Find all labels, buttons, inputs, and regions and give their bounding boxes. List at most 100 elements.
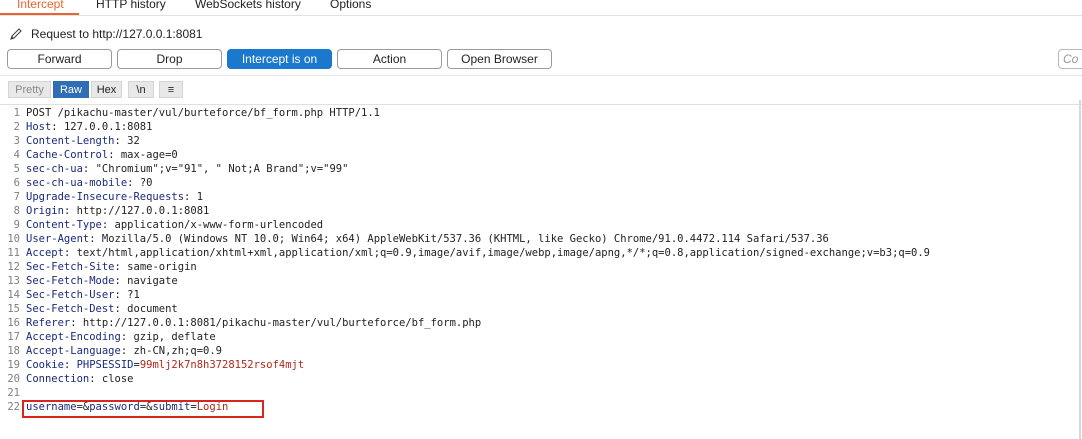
header-name: Cache-Control xyxy=(26,149,109,161)
punctuation: : xyxy=(114,275,128,287)
header-value: ?0 xyxy=(139,177,153,189)
raw-view-button[interactable]: Raw xyxy=(53,81,89,98)
line-number: 3 xyxy=(13,135,20,147)
header-value: Mozilla/5.0 (Windows NT 10.0; Win64; x64… xyxy=(101,233,829,245)
line-number: 19 xyxy=(7,359,20,371)
pretty-view-button[interactable]: Pretty xyxy=(8,81,51,98)
body-highlight-annotation xyxy=(22,400,264,418)
header-value: 32 xyxy=(127,135,140,147)
code-line: 5 sec-ch-ua: "Chromium";v="91", " Not;A B… xyxy=(0,162,1078,176)
header-value: same-origin xyxy=(127,261,197,273)
header-name: Accept-Language xyxy=(26,345,121,357)
line-number: 9 xyxy=(13,219,20,231)
code-line: 17 Accept-Encoding: gzip, deflate xyxy=(0,330,1078,344)
header-name: Accept-Encoding xyxy=(26,331,121,343)
code-line: 1 POST /pikachu-master/vul/burteforce/bf_… xyxy=(0,106,1078,120)
code-line: 9 Content-Type: application/x-www-form-ur… xyxy=(0,218,1078,232)
header-value: 1 xyxy=(196,191,204,203)
code-line: 18 Accept-Language: zh-CN,zh;q=0.9 xyxy=(0,344,1078,358)
code-line: 8 Origin: http://127.0.0.1:8081 xyxy=(0,204,1078,218)
punctuation: : xyxy=(89,233,102,245)
request-target-label: Request to http://127.0.0.1:8081 xyxy=(31,27,203,41)
header-value: ?1 xyxy=(127,289,140,301)
header-value: navigate xyxy=(127,275,178,287)
editor-top-border xyxy=(0,104,1082,105)
request-editor[interactable]: 1 POST /pikachu-master/vul/burteforce/bf_… xyxy=(0,106,1078,414)
punctuation: : xyxy=(63,359,77,371)
tab-options[interactable]: Options xyxy=(330,0,371,12)
code-line: 19 Cookie: PHPSESSID=99mlj2k7n8h3728152rs… xyxy=(0,358,1078,372)
header-name: Origin xyxy=(26,205,64,217)
punctuation: : xyxy=(184,191,197,203)
editor-scrollbar-edge[interactable] xyxy=(1079,100,1081,439)
code-line: 21 xyxy=(0,386,1078,400)
line-number: 14 xyxy=(7,289,20,301)
header-value: document xyxy=(127,303,178,315)
line-number: 5 xyxy=(13,163,20,175)
code-line: 12 Sec-Fetch-Site: same-origin xyxy=(0,260,1078,274)
line-number: 12 xyxy=(7,261,20,273)
line-number: 10 xyxy=(7,233,20,245)
header-name: User-Agent xyxy=(26,233,90,245)
header-name: PHPSESSID xyxy=(76,359,134,371)
code-line: 10 User-Agent: Mozilla/5.0 (Windows NT 10… xyxy=(0,232,1078,246)
line-number: 6 xyxy=(13,177,20,189)
intercept-toggle-button[interactable]: Intercept is on xyxy=(227,49,332,69)
tab-websockets-history[interactable]: WebSockets history xyxy=(195,0,301,12)
toolbar-divider xyxy=(0,75,1082,76)
forward-button[interactable]: Forward xyxy=(7,49,112,69)
pencil-icon[interactable] xyxy=(9,27,23,41)
tab-bar: Intercept HTTP history WebSockets histor… xyxy=(0,0,1082,15)
punctuation: : xyxy=(63,247,77,259)
line-number: 4 xyxy=(13,149,20,161)
punctuation: : xyxy=(108,149,121,161)
header-value: zh-CN,zh;q=0.9 xyxy=(133,345,222,357)
request-target: Request to http://127.0.0.1:8081 xyxy=(9,25,202,43)
code-line: 7 Upgrade-Insecure-Requests: 1 xyxy=(0,190,1078,204)
header-name: sec-ch-ua-mobile xyxy=(26,177,128,189)
code-line: 4 Cache-Control: max-age=0 xyxy=(0,148,1078,162)
editor-menu-icon[interactable]: ≡ xyxy=(159,81,183,98)
punctuation: : xyxy=(89,373,102,385)
line-number: 21 xyxy=(7,387,20,399)
header-name: Sec-Fetch-Dest xyxy=(26,303,115,315)
header-name: Cookie xyxy=(26,359,64,371)
header-name: Referer xyxy=(26,317,71,329)
header-name: Connection xyxy=(26,373,90,385)
line-number: 8 xyxy=(13,205,20,217)
line-number: 20 xyxy=(7,373,20,385)
code-line: 16 Referer: http://127.0.0.1:8081/pikachu… xyxy=(0,316,1078,330)
punctuation: : xyxy=(114,261,128,273)
punctuation: : xyxy=(120,345,134,357)
open-browser-button[interactable]: Open Browser xyxy=(447,49,552,69)
punctuation: : xyxy=(114,135,128,147)
punctuation: : xyxy=(51,121,64,133)
line-number: 16 xyxy=(7,317,20,329)
tab-http-history[interactable]: HTTP history xyxy=(96,0,166,12)
line-number: 7 xyxy=(13,191,20,203)
comment-input[interactable]: Co xyxy=(1058,49,1082,69)
action-button[interactable]: Action xyxy=(337,49,442,69)
tab-intercept[interactable]: Intercept xyxy=(17,0,64,12)
header-value: 127.0.0.1:8081 xyxy=(63,121,153,133)
tab-divider xyxy=(0,15,1082,16)
header-name: Sec-Fetch-Site xyxy=(26,261,115,273)
code-line: 15 Sec-Fetch-Dest: document xyxy=(0,302,1078,316)
line-number: 15 xyxy=(7,303,20,315)
punctuation: : xyxy=(82,163,96,175)
line-number: 1 xyxy=(13,107,20,119)
header-value: close xyxy=(101,373,134,385)
header-value: http://127.0.0.1:8081 xyxy=(76,205,210,217)
header-value: max-age=0 xyxy=(120,149,178,161)
header-name: sec-ch-ua xyxy=(26,163,83,175)
show-newlines-button[interactable]: \n xyxy=(128,81,154,98)
header-value: application/x-www-form-urlencoded xyxy=(114,219,324,231)
punctuation: : xyxy=(114,303,128,315)
line-number: 17 xyxy=(7,331,20,343)
code-line: 20 Connection: close xyxy=(0,372,1078,386)
header-name: Accept xyxy=(26,247,64,259)
hex-view-button[interactable]: Hex xyxy=(91,81,122,98)
drop-button[interactable]: Drop xyxy=(117,49,222,69)
code-line: 13 Sec-Fetch-Mode: navigate xyxy=(0,274,1078,288)
header-name: Content-Length xyxy=(26,135,115,147)
